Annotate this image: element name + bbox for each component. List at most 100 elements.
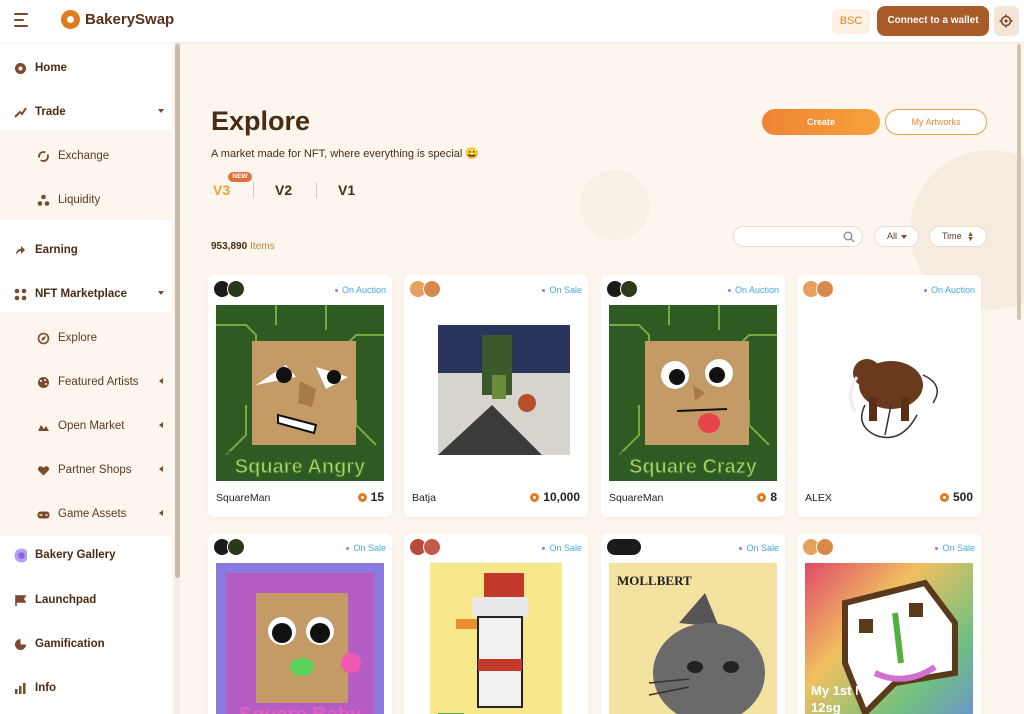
create-button[interactable]: Create <box>762 109 880 135</box>
nft-artwork[interactable] <box>412 305 580 481</box>
sidebar-item-info[interactable]: Info <box>0 668 172 708</box>
creator-avatars <box>802 538 834 556</box>
bake-coin-icon <box>939 492 949 502</box>
items-count-value: 953,890 <box>211 241 248 252</box>
creator-avatars <box>213 280 245 298</box>
trade-icon <box>14 106 27 119</box>
status-badge: On Auction <box>334 285 386 295</box>
bake-coin-icon <box>757 492 767 502</box>
sidebar-item-exchange[interactable]: Exchange <box>0 136 172 176</box>
connect-wallet-button[interactable]: Connect to a wallet <box>877 6 989 36</box>
nft-card[interactable]: On Sale My 1st NFT 12sg <box>797 533 981 714</box>
status-badge: On Auction <box>727 285 779 295</box>
sort-label: Time <box>942 231 962 241</box>
avatar[interactable] <box>816 538 834 556</box>
avatar[interactable] <box>423 538 441 556</box>
nft-artwork[interactable]: Square Baby <box>216 563 384 714</box>
sidebar-item-nft-marketplace[interactable]: NFT Marketplace <box>0 274 172 314</box>
chevron-down-icon <box>901 235 907 239</box>
owner-name[interactable]: SquareMan <box>609 492 663 504</box>
sidebar-item-bakery-gallery[interactable]: Bakery Gallery <box>0 535 172 575</box>
sidebar-scrollbar-thumb[interactable] <box>175 44 180 578</box>
avatar[interactable] <box>227 280 245 298</box>
sidebar-item-label: Info <box>35 682 57 694</box>
owner-name[interactable]: Batja <box>412 492 436 504</box>
search-input[interactable] <box>733 226 863 247</box>
svg-text:Square Crazy: Square Crazy <box>629 456 758 478</box>
sidebar-item-featured-artists[interactable]: Featured Artists <box>0 362 172 402</box>
chevron-left-icon <box>159 422 163 428</box>
menu-toggle-icon[interactable] <box>14 13 30 27</box>
creator-avatars <box>213 538 245 556</box>
search-icon <box>843 231 855 243</box>
sidebar-item-open-market[interactable]: Open Market <box>0 406 172 446</box>
app-name: BakerySwap <box>85 11 175 28</box>
owner-name[interactable]: SquareMan <box>216 492 270 504</box>
settings-button[interactable] <box>994 6 1019 36</box>
nft-card[interactable]: On Auction ALEX 500 <box>797 275 981 517</box>
tab-divider <box>316 182 317 198</box>
nft-artwork[interactable] <box>805 305 973 481</box>
sidebar-item-earning[interactable]: Earning <box>0 230 172 270</box>
flag-icon <box>14 594 27 607</box>
price: 10,000 <box>530 490 580 504</box>
sidebar-item-partner-shops[interactable]: Partner Shops <box>0 450 172 490</box>
palette-icon <box>37 376 50 389</box>
chevron-down-icon <box>158 109 164 113</box>
status-badge: On Sale <box>346 543 386 553</box>
grid-icon <box>14 288 27 301</box>
nft-card[interactable]: On Sale Square Baby <box>208 533 392 714</box>
nft-artwork[interactable]: Square Crazy <box>609 305 777 481</box>
avatar[interactable] <box>606 538 642 556</box>
filter-all-label: All <box>887 231 898 241</box>
price: 500 <box>939 490 973 504</box>
owner-name[interactable]: ALEX <box>805 492 832 504</box>
status-badge: On Sale <box>542 543 582 553</box>
nft-artwork[interactable] <box>412 563 580 714</box>
refresh-icon <box>37 150 50 163</box>
sidebar-item-label: NFT Marketplace <box>35 288 128 300</box>
nft-card[interactable]: On Sale MOLLBERT <box>601 533 785 714</box>
sidebar-item-label: Game Assets <box>58 508 127 520</box>
bar-chart-icon <box>14 682 27 695</box>
sidebar-item-game-assets[interactable]: Game Assets <box>0 494 172 534</box>
background-decoration <box>580 170 650 240</box>
chevron-down-icon <box>158 291 164 295</box>
nft-artwork[interactable]: MOLLBERT <box>609 563 777 714</box>
nft-card[interactable]: On Sale Batja 10,000 <box>404 275 588 517</box>
sort-dropdown[interactable]: Time ▲ ▼ <box>929 226 987 247</box>
sidebar-item-launchpad[interactable]: Launchpad <box>0 580 172 620</box>
donut-icon <box>14 62 27 75</box>
avatar[interactable] <box>620 280 638 298</box>
network-badge[interactable]: BSC <box>832 9 870 34</box>
svg-text:MOLLBERT: MOLLBERT <box>617 573 692 588</box>
nft-card[interactable]: On Auction Square Angry SquareMan 15 <box>208 275 392 517</box>
sidebar-item-gamification[interactable]: Gamification <box>0 624 172 664</box>
avatar[interactable] <box>816 280 834 298</box>
nft-card[interactable]: On Sale <box>404 533 588 714</box>
sidebar-item-label: Open Market <box>58 420 125 432</box>
sort-icon: ▲ ▼ <box>967 231 974 243</box>
nft-card[interactable]: On Auction Square Crazy SquareMan 8 <box>601 275 785 517</box>
sidebar-item-explore[interactable]: Explore <box>0 318 172 358</box>
sidebar-item-label: Gamification <box>35 638 105 650</box>
chevron-left-icon <box>159 466 163 472</box>
tab-v1[interactable]: V1 <box>338 182 355 198</box>
tab-v2[interactable]: V2 <box>275 182 292 198</box>
filter-all-dropdown[interactable]: All <box>874 226 919 247</box>
logo[interactable]: BakerySwap <box>61 10 174 29</box>
sidebar-item-liquidity[interactable]: Liquidity <box>0 180 172 220</box>
items-count-label: Items <box>250 241 275 252</box>
nft-artwork[interactable]: Square Angry <box>216 305 384 481</box>
sidebar-item-home[interactable]: Home <box>0 48 172 88</box>
main-scrollbar-thumb[interactable] <box>1017 44 1021 320</box>
sidebar-item-trade[interactable]: Trade <box>0 92 172 132</box>
status-badge: On Sale <box>935 543 975 553</box>
avatar[interactable] <box>227 538 245 556</box>
gear-icon <box>999 14 1013 28</box>
avatar[interactable] <box>423 280 441 298</box>
my-artworks-button[interactable]: My Artworks <box>885 109 987 135</box>
tab-v3[interactable]: V3 <box>213 182 230 198</box>
nft-artwork[interactable]: My 1st NFT 12sg <box>805 563 973 714</box>
sidebar: Home Trade Exchange Liquidity Earning NF… <box>0 42 172 714</box>
